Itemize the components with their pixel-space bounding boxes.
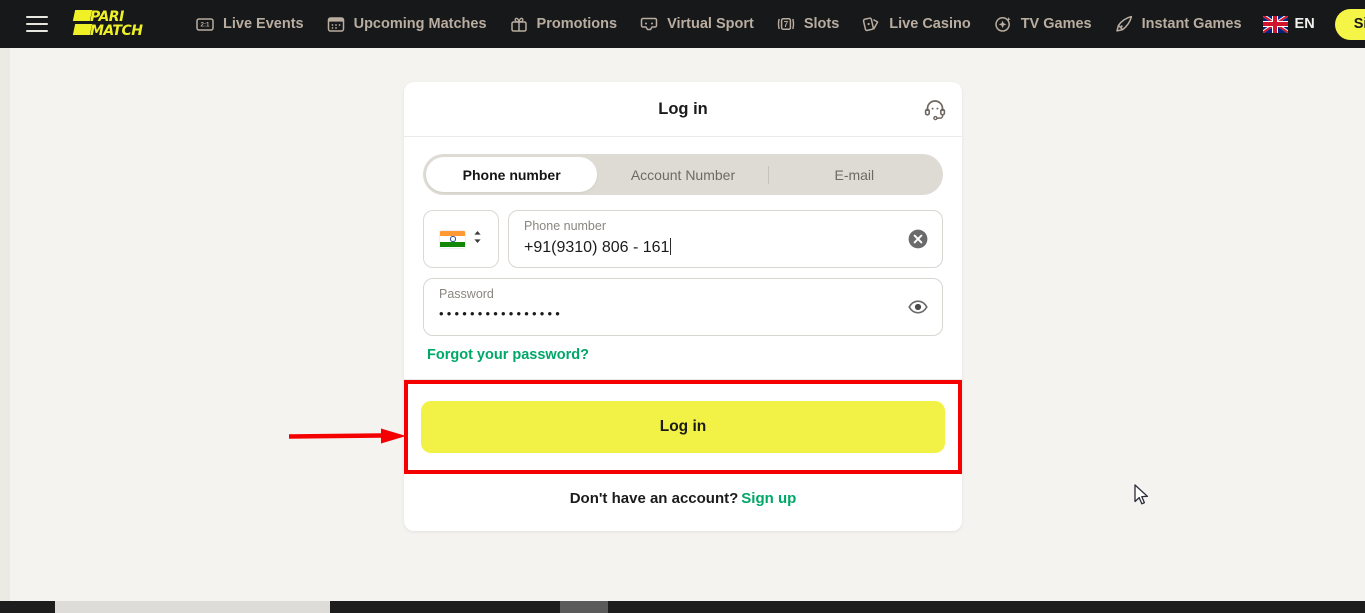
nav-item-label: TV Games: [1020, 16, 1092, 32]
nav-item-instant-games[interactable]: Instant Games: [1103, 0, 1253, 48]
rocket-icon: [1114, 14, 1134, 34]
nav-item-slots[interactable]: 7 Slots: [765, 0, 850, 48]
password-field-label: Password: [439, 287, 494, 301]
page-left-edge: [0, 48, 10, 601]
login-card-header: Log in: [404, 82, 962, 137]
gift-icon: [509, 14, 529, 34]
calendar-icon: [326, 14, 346, 34]
clear-circle-x-icon[interactable]: [907, 228, 929, 250]
taskbar-segment: [560, 601, 608, 613]
mouse-pointer-icon: [1134, 484, 1150, 508]
nav-item-live-events[interactable]: 2:1 Live Events: [184, 0, 315, 48]
tab-label: Phone number: [462, 166, 561, 183]
red-arrow-right-icon: [288, 427, 407, 445]
phone-number-field[interactable]: Phone number +91(9310) 806 - 161: [508, 210, 943, 268]
phone-input-row: Phone number +91(9310) 806 - 161: [423, 210, 943, 268]
language-label: EN: [1294, 16, 1315, 32]
top-navigation-bar: PARI MATCH 2:1 Live Events Upcoming Matc…: [0, 0, 1365, 48]
nav-item-label: Live Casino: [889, 16, 971, 32]
nav-item-tv-games[interactable]: TV Games: [982, 0, 1103, 48]
tab-label: E-mail: [834, 166, 875, 183]
bottom-taskbar-sliver: [0, 601, 1365, 613]
password-field-value: ••••••••••••••••: [439, 306, 564, 321]
login-method-tabs: Phone number Account Number E-mail: [423, 154, 943, 195]
logo-line-1: PARI: [90, 9, 124, 25]
playing-cards-icon: [861, 14, 881, 34]
tab-label: Account Number: [630, 166, 736, 183]
language-selector[interactable]: EN: [1253, 15, 1325, 33]
login-button[interactable]: Log in: [421, 401, 945, 453]
uk-flag-icon: [1262, 15, 1288, 33]
sparkle-circle-icon: [993, 14, 1013, 34]
gamepad-icon: [639, 14, 659, 34]
nav-items: 2:1 Live Events Upcoming Matches Promoti…: [184, 0, 1253, 48]
tab-phone-number[interactable]: Phone number: [426, 157, 598, 192]
svg-text:7: 7: [784, 20, 789, 29]
signup-prompt: Don't have an account? Sign up: [404, 474, 962, 531]
phone-field-value: +91(9310) 806 - 161: [524, 238, 672, 256]
eye-show-icon[interactable]: [907, 296, 929, 318]
nav-item-upcoming-matches[interactable]: Upcoming Matches: [315, 0, 498, 48]
logo-line-2: MATCH: [90, 23, 143, 39]
text-caret: [670, 238, 672, 255]
login-card: Log in Phone number Account Number E-mai…: [404, 82, 962, 531]
taskbar-segment: [55, 601, 330, 613]
signup-button[interactable]: Sign up: [1334, 8, 1365, 40]
signup-prompt-text: Don't have an account?: [569, 490, 739, 507]
forgot-password-link[interactable]: Forgot your password?: [427, 347, 589, 363]
phone-field-label: Phone number: [524, 219, 607, 233]
login-card-body: Phone number Account Number E-mail Phone…: [404, 137, 962, 364]
nav-item-label: Promotions: [536, 16, 618, 32]
svg-text:2:1: 2:1: [201, 22, 211, 29]
nav-item-virtual-sport[interactable]: Virtual Sport: [628, 0, 765, 48]
nav-item-label: Virtual Sport: [667, 16, 754, 32]
parimatch-logo[interactable]: PARI MATCH: [72, 9, 168, 39]
taskbar-segment: [385, 601, 555, 613]
tab-account-number[interactable]: Account Number: [597, 157, 769, 192]
nav-item-live-casino[interactable]: Live Casino: [850, 0, 981, 48]
nav-item-promotions[interactable]: Promotions: [498, 0, 629, 48]
slot-seven-icon: 7: [776, 14, 796, 34]
login-button-highlight: Log in: [404, 380, 962, 474]
page-title: Log in: [658, 99, 708, 118]
hamburger-menu-icon[interactable]: [26, 16, 48, 32]
signup-link[interactable]: Sign up: [741, 490, 796, 507]
headset-support-icon[interactable]: [922, 96, 948, 122]
tab-email[interactable]: E-mail: [769, 157, 940, 192]
scoreboard-icon: 2:1: [195, 14, 215, 34]
password-field[interactable]: Password ••••••••••••••••: [423, 278, 943, 336]
nav-item-label: Slots: [803, 16, 840, 32]
nav-item-label: Instant Games: [1141, 16, 1242, 32]
country-code-select[interactable]: [423, 210, 499, 268]
nav-item-label: Upcoming Matches: [353, 16, 487, 32]
india-flag-icon: [439, 230, 465, 248]
chevron-up-down-icon: [472, 229, 483, 250]
nav-item-label: Live Events: [223, 16, 304, 32]
